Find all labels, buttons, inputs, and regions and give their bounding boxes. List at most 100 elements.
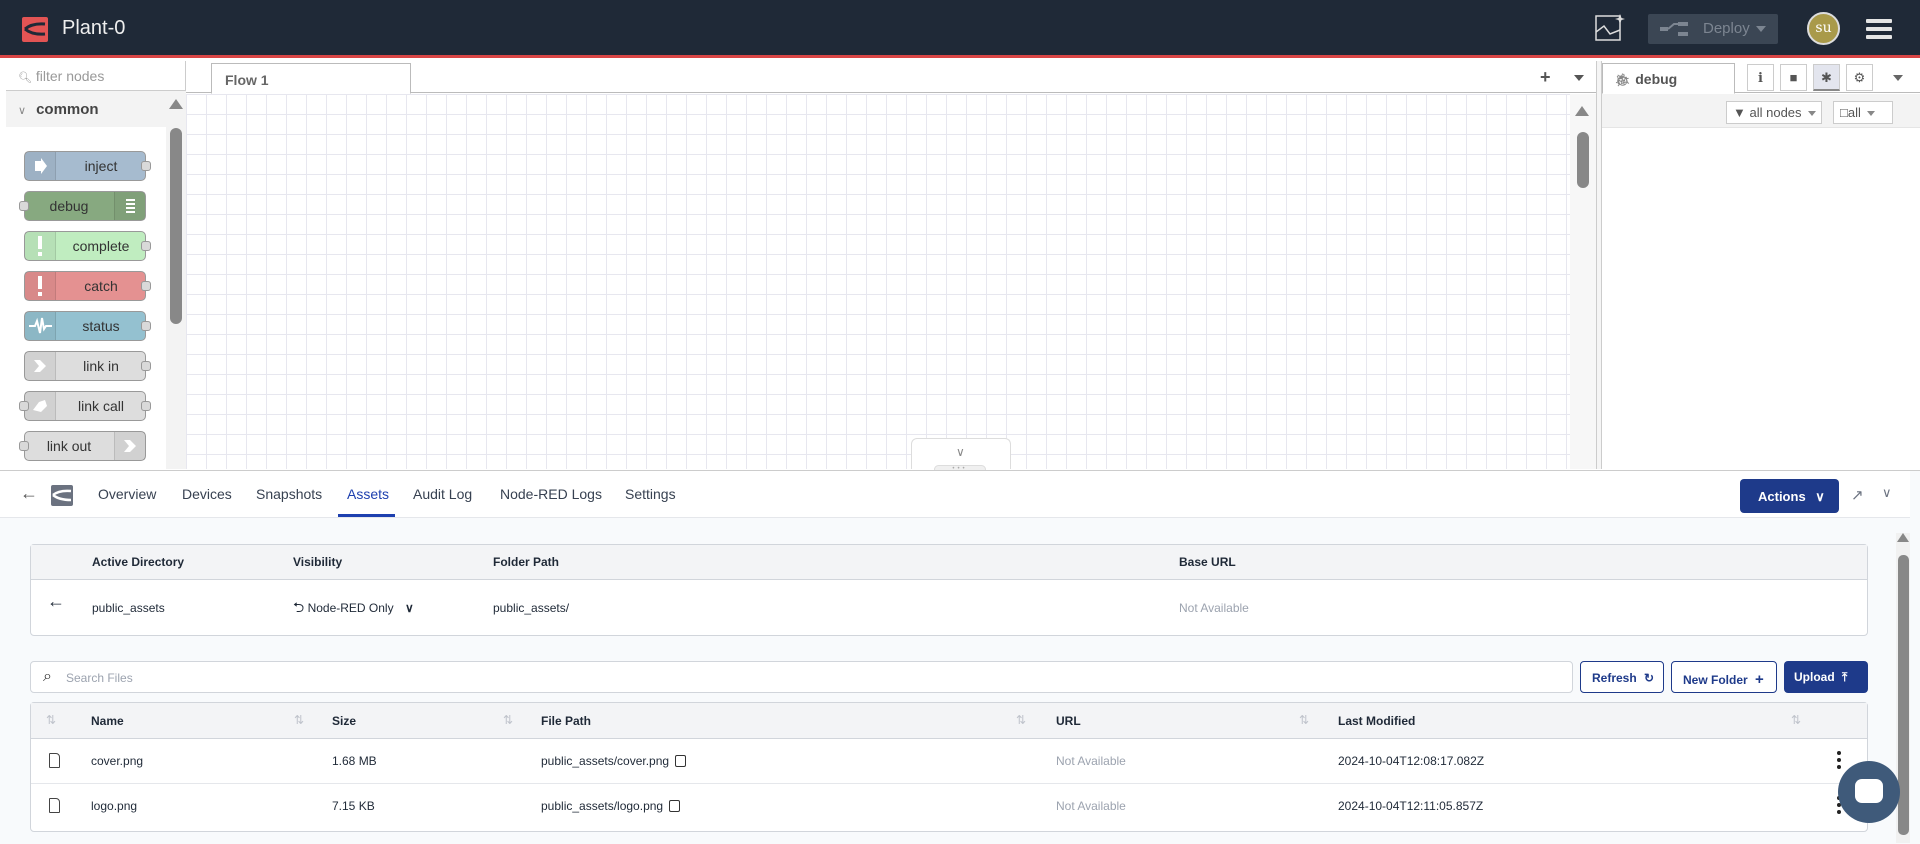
file-row[interactable]: cover.png 1.68 MB public_assets/cover.pn…: [31, 739, 1867, 784]
palette-node-link-out[interactable]: link out: [19, 431, 146, 461]
tab-devices[interactable]: Devices: [182, 486, 232, 502]
deploy-dropdown-icon[interactable]: [1756, 26, 1766, 32]
user-avatar[interactable]: su: [1807, 12, 1840, 45]
header-file-path[interactable]: File Path: [541, 714, 591, 728]
scroll-up-icon[interactable]: [169, 99, 183, 109]
actions-label: Actions: [1758, 489, 1806, 504]
scroll-up-icon[interactable]: [1897, 533, 1909, 542]
node-label: debug: [49, 198, 89, 214]
debug-list-icon: [114, 192, 145, 220]
palette-node-status[interactable]: status: [24, 311, 151, 341]
upload-label: Upload: [1794, 670, 1835, 684]
workspace-tabs: Flow 1 +: [186, 61, 1596, 94]
palette-node-inject[interactable]: inject: [24, 151, 151, 181]
palette-node-link-in[interactable]: link in: [24, 351, 151, 381]
exclamation-icon: [25, 232, 56, 260]
header-visibility: Visibility: [293, 555, 343, 569]
flow-list-dropdown-icon[interactable]: [1574, 75, 1584, 81]
tab-node-red-logs[interactable]: Node-RED Logs: [500, 486, 602, 502]
sort-icon[interactable]: ⇅: [1016, 713, 1026, 727]
row-menu-icon[interactable]: [1837, 751, 1841, 772]
sort-icon[interactable]: ⇅: [1791, 713, 1801, 727]
new-folder-button[interactable]: New Folder +: [1671, 661, 1777, 693]
dashboard-icon[interactable]: [1594, 12, 1626, 44]
deploy-icon: [1660, 22, 1688, 36]
palette-node-link-call[interactable]: link call: [19, 391, 151, 421]
filter-nodes-select[interactable]: ▼ all nodes: [1726, 101, 1822, 124]
node-label: inject: [84, 158, 118, 174]
new-folder-label: New Folder: [1683, 673, 1748, 687]
file-url: Not Available: [1056, 754, 1126, 768]
file-size: 1.68 MB: [332, 754, 377, 768]
file-icon: [49, 753, 60, 768]
header-folder-path: Folder Path: [493, 555, 560, 569]
tab-debug[interactable]: 🐞︎ debug: [1602, 63, 1735, 94]
tab-audit-log[interactable]: Audit Log: [413, 486, 472, 502]
tab-snapshots[interactable]: Snapshots: [256, 486, 322, 502]
filter-nodes-input[interactable]: 🔍︎ filter nodes: [6, 61, 185, 91]
input-port: [19, 201, 29, 211]
refresh-button[interactable]: Refresh ↻: [1580, 661, 1664, 693]
upload-button[interactable]: Upload ⤒: [1784, 661, 1868, 693]
base-url-value: Not Available: [1179, 601, 1249, 615]
main-menu-icon[interactable]: [1866, 19, 1892, 39]
search-files-input[interactable]: ⌕ Search Files: [30, 661, 1573, 693]
output-port: [141, 281, 151, 291]
app-title: Plant-0: [62, 17, 126, 39]
debug-sidebar: 🐞︎ debug i ■ ✱ ⚙ ▼ all nodes □all: [1602, 61, 1920, 469]
copy-icon[interactable]: [669, 800, 681, 812]
parent-directory-arrow-icon[interactable]: ←: [47, 591, 65, 612]
node-label: link out: [46, 438, 92, 454]
palette-scrollbar[interactable]: [166, 91, 186, 469]
tab-overview[interactable]: Overview: [98, 486, 156, 502]
scroll-up-icon[interactable]: [1575, 106, 1589, 116]
flow-canvas[interactable]: [186, 94, 1570, 469]
sort-icon[interactable]: ⇅: [503, 713, 513, 727]
header-last-modified[interactable]: Last Modified: [1338, 714, 1415, 728]
back-arrow-icon[interactable]: ←: [20, 483, 38, 504]
chat-support-button[interactable]: [1838, 761, 1900, 823]
flowfuse-logo-icon[interactable]: [22, 17, 48, 42]
file-path: public_assets/cover.png: [541, 754, 670, 768]
sort-icon[interactable]: ⇅: [1299, 713, 1309, 727]
tab-settings[interactable]: Settings: [625, 486, 676, 502]
header-name[interactable]: Name: [91, 714, 124, 728]
deploy-label: Deploy: [1703, 20, 1750, 37]
palette-node-complete[interactable]: complete: [24, 231, 151, 261]
flowfuse-logo-icon: [51, 485, 73, 506]
files-header-row: ⇅ Name ⇅ Size ⇅ File Path ⇅ URL ⇅ Last M…: [31, 703, 1867, 739]
header-base-url: Base URL: [1179, 555, 1236, 569]
clear-label: all: [1847, 105, 1861, 120]
filter-icon: ▼: [1733, 105, 1746, 120]
palette-category-common[interactable]: ∨ common: [6, 91, 185, 127]
inject-arrow-icon: [25, 152, 56, 180]
visibility-select[interactable]: ⮌ Node-RED Only ∨: [293, 597, 414, 621]
info-icon[interactable]: i: [1747, 64, 1774, 91]
config-gear-icon[interactable]: ⚙: [1846, 64, 1873, 91]
tab-assets[interactable]: Assets: [347, 486, 389, 502]
deploy-button[interactable]: Deploy: [1648, 14, 1778, 44]
tab-flow-1[interactable]: Flow 1: [211, 63, 411, 94]
clear-messages-select[interactable]: □all: [1833, 101, 1893, 124]
file-name: logo.png: [91, 799, 138, 813]
sort-icon[interactable]: ⇅: [46, 713, 56, 727]
sidebar-dropdown-icon[interactable]: [1893, 75, 1903, 81]
file-row[interactable]: logo.png 7.15 KB public_assets/logo.png …: [31, 784, 1867, 829]
palette-node-debug[interactable]: debug: [19, 191, 146, 221]
sort-icon[interactable]: ⇅: [294, 713, 304, 727]
help-book-icon[interactable]: ■: [1780, 64, 1807, 91]
scrollbar-thumb[interactable]: [170, 128, 182, 324]
add-flow-icon[interactable]: +: [1540, 67, 1551, 88]
open-external-icon[interactable]: ↗: [1851, 486, 1864, 504]
canvas-scrollbar[interactable]: [1570, 94, 1596, 469]
actions-button[interactable]: Actions ∨: [1740, 479, 1839, 513]
debug-bug-icon[interactable]: ✱: [1813, 64, 1840, 91]
header-url[interactable]: URL: [1056, 714, 1081, 728]
input-port: [19, 401, 29, 411]
palette-node-catch[interactable]: catch: [24, 271, 151, 301]
header-size[interactable]: Size: [332, 714, 356, 728]
copy-icon[interactable]: [675, 755, 687, 767]
chat-bubble-icon: [1855, 779, 1883, 803]
collapse-chevron-icon[interactable]: ∨: [1882, 485, 1892, 501]
scrollbar-thumb[interactable]: [1577, 132, 1589, 188]
